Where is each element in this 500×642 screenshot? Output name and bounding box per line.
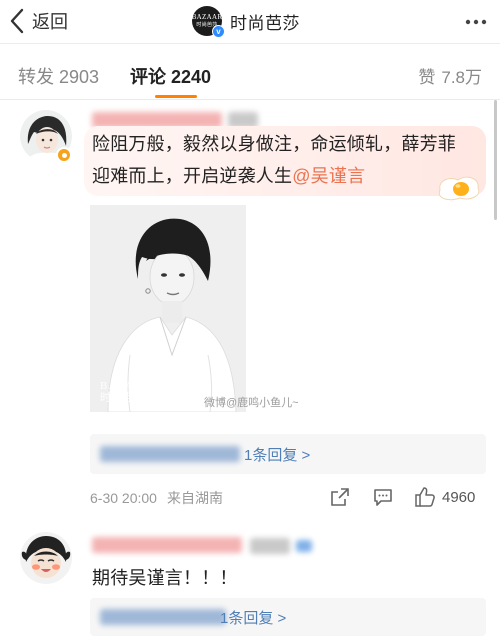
account-header[interactable]: BAZAAR 时尚芭莎 v 时尚芭莎 (192, 4, 300, 38)
tab-comment-count: 2240 (171, 67, 212, 87)
like-count: 4960 (442, 488, 476, 506)
tab-like-label: 赞 (418, 68, 436, 87)
user-badge (296, 540, 312, 552)
tab-comment[interactable]: 评论 2240 (130, 63, 211, 89)
account-name: 时尚芭莎 (230, 13, 300, 33)
view-replies-link[interactable]: 1条回复 > (220, 607, 286, 628)
tab-repost-count: 2903 (59, 67, 100, 87)
comment-source: 来自湖南 (166, 490, 223, 506)
tab-like[interactable]: 赞 7.8万 (418, 63, 482, 88)
scrollbar[interactable] (494, 100, 497, 220)
comment-photo[interactable]: BAZAAR 时尚芭莎 (90, 205, 246, 412)
mention-link[interactable]: @吴谨言 (292, 166, 365, 186)
reply-username-redacted (100, 609, 226, 625)
chevron-left-icon (6, 6, 30, 36)
tab-bar: 转发 2903 评论 2240 赞 7.8万 (0, 45, 500, 100)
comment-meta: 6-30 20:00 来自湖南 (90, 488, 223, 508)
comment-text: 险阻万般，毅然以身做注，命运倾轧，薛芳菲迎难而上，开启逆袭人生@吴谨言 (92, 134, 456, 186)
share-icon (329, 486, 351, 508)
thumbs-up-icon (414, 486, 436, 508)
comment-date: 6-30 20:00 (90, 490, 157, 506)
replies-preview[interactable]: 1条回复 > (90, 434, 486, 474)
avatar[interactable] (20, 532, 72, 584)
vip-badge-icon (56, 147, 72, 163)
back-button[interactable]: 返回 (6, 4, 68, 38)
tab-repost-label: 转发 (18, 67, 54, 87)
user-level-badge (250, 538, 290, 554)
reply-username-redacted (100, 446, 240, 462)
active-tab-indicator (155, 95, 197, 98)
more-dots-icon (464, 12, 488, 32)
verified-badge-icon: v (212, 25, 225, 38)
tab-like-count: 7.8万 (441, 68, 482, 87)
back-label: 返回 (32, 12, 68, 32)
tab-repost[interactable]: 转发 2903 (18, 63, 99, 89)
more-button[interactable] (464, 12, 488, 32)
tab-comment-label: 评论 (130, 67, 166, 87)
comment-text: 期待吴谨言！！！ (92, 568, 238, 588)
like-button[interactable]: 4960 (414, 486, 475, 508)
replies-preview[interactable]: 1条回复 > (90, 598, 486, 636)
share-button[interactable] (329, 486, 351, 508)
account-logo: BAZAAR 时尚芭莎 v (192, 6, 225, 38)
egg-sticker-icon (434, 172, 484, 207)
reply-button[interactable] (372, 486, 394, 508)
top-bar: 返回 BAZAAR 时尚芭莎 v 时尚芭莎 (0, 0, 500, 44)
username-redacted[interactable] (92, 537, 242, 553)
comment-icon (372, 486, 394, 508)
photo-watermark: 微博@鹿鸣小鱼儿~ (204, 397, 299, 409)
view-replies-link[interactable]: 1条回复 > (244, 444, 310, 465)
photo-caption: BAZAAR 时尚芭莎 (100, 380, 152, 404)
